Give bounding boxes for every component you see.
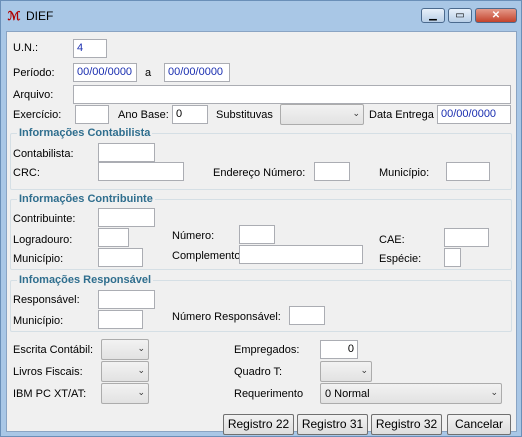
contabilista-group — [10, 133, 512, 190]
contribuinte-municipio-input[interactable] — [98, 248, 143, 267]
escrita-contabil-label: Escrita Contábil: — [13, 344, 94, 356]
empregados-input[interactable]: 0 — [320, 340, 358, 359]
endereco-numero-input[interactable] — [314, 162, 350, 181]
periodo-from-input[interactable]: 00/00/0000 — [73, 63, 137, 82]
livros-fiscais-select[interactable]: ⌄ — [101, 361, 149, 382]
especie-label: Espécie: — [379, 253, 422, 265]
livros-fiscais-label: Livros Fiscais: — [13, 366, 83, 378]
numero-input[interactable] — [239, 225, 275, 244]
responsavel-input[interactable] — [98, 290, 155, 309]
exercicio-label: Exercício: — [13, 109, 62, 121]
minimize-icon: ▁ — [429, 10, 437, 21]
maximize-icon: ▭ — [455, 10, 465, 21]
close-button[interactable]: ✕ — [475, 8, 517, 23]
title-bar: ℳ DIEF ▁ ▭ ✕ — [1, 1, 521, 31]
crc-label: CRC: — [13, 167, 40, 179]
numero-responsavel-input[interactable] — [289, 306, 325, 325]
contribuinte-group-title: Informações Contribuinte — [17, 193, 155, 205]
chevron-down-icon: ⌄ — [490, 387, 498, 397]
empregados-label: Empregados: — [234, 344, 300, 356]
responsavel-municipio-input[interactable] — [98, 310, 143, 329]
periodo-to-input[interactable]: 00/00/0000 — [164, 63, 230, 82]
close-icon: ✕ — [491, 10, 501, 21]
ibm-label: IBM PC XT/AT: — [13, 388, 87, 400]
requerimento-label: Requerimento — [234, 388, 304, 400]
contabilista-municipio-input[interactable] — [446, 162, 490, 181]
un-input[interactable]: 4 — [73, 39, 107, 58]
chevron-down-icon: ⌄ — [137, 387, 145, 397]
contabilista-group-title: Informações Contabilista — [17, 127, 153, 139]
registro-31-button[interactable]: Registro 31 — [297, 414, 368, 435]
periodo-separator: a — [145, 67, 152, 79]
form-client-area: U.N.: 4 Período: 00/00/0000 a 00/00/0000… — [6, 31, 517, 435]
exercicio-input[interactable] — [75, 105, 109, 124]
substitutivas-label: Substituvas — [216, 109, 273, 121]
responsavel-group — [10, 280, 512, 332]
app-logo-icon: ℳ — [7, 9, 21, 23]
registro-22-button[interactable]: Registro 22 — [223, 414, 294, 435]
ibm-select[interactable]: ⌄ — [101, 383, 149, 404]
arquivo-label: Arquivo: — [13, 89, 54, 101]
endereco-numero-label: Endereço Número: — [213, 167, 306, 179]
escrita-contabil-select[interactable]: ⌄ — [101, 339, 149, 360]
requerimento-select[interactable]: 0 Normal ⌄ — [320, 383, 502, 404]
cancelar-button[interactable]: Cancelar — [447, 414, 511, 435]
ano-base-input[interactable]: 0 — [172, 105, 208, 124]
logradouro-input[interactable] — [98, 228, 129, 247]
periodo-label: Período: — [13, 67, 55, 79]
numero-responsavel-label: Número Responsável: — [172, 311, 281, 323]
contabilista-municipio-label: Município: — [379, 167, 430, 179]
quadro-t-select[interactable]: ⌄ — [320, 361, 372, 382]
crc-input[interactable] — [98, 162, 184, 181]
chevron-down-icon: ⌄ — [137, 365, 145, 375]
contribuinte-input[interactable] — [98, 208, 155, 227]
un-label: U.N.: — [13, 42, 39, 54]
arquivo-input[interactable] — [73, 85, 511, 104]
chevron-down-icon: ⌄ — [137, 343, 145, 353]
numero-label: Número: — [172, 230, 215, 242]
data-entrega-input[interactable]: 00/00/0000 — [437, 105, 511, 124]
contabilista-label: Contabilista: — [13, 148, 74, 160]
responsavel-municipio-label: Município: — [13, 315, 64, 327]
data-entrega-label: Data Entrega — [369, 109, 434, 121]
chevron-down-icon: ⌄ — [352, 108, 360, 118]
ano-base-label: Ano Base: — [118, 109, 169, 121]
cae-input[interactable] — [444, 228, 489, 247]
complemento-input[interactable] — [239, 245, 363, 264]
cae-label: CAE: — [379, 234, 405, 246]
requerimento-value: 0 Normal — [325, 388, 370, 400]
responsavel-label: Responsável: — [13, 294, 80, 306]
maximize-button[interactable]: ▭ — [448, 8, 472, 23]
chevron-down-icon: ⌄ — [360, 365, 368, 375]
dief-window: ℳ DIEF ▁ ▭ ✕ U.N.: 4 Período: 00/00/0000… — [0, 0, 522, 437]
registro-32-button[interactable]: Registro 32 — [371, 414, 442, 435]
minimize-button[interactable]: ▁ — [421, 8, 445, 23]
quadro-t-label: Quadro T: — [234, 366, 283, 378]
especie-input[interactable] — [444, 248, 461, 267]
window-title: DIEF — [26, 9, 54, 23]
responsavel-group-title: Infomações Responsável — [17, 274, 154, 286]
contribuinte-label: Contribuinte: — [13, 213, 76, 225]
logradouro-label: Logradouro: — [13, 234, 73, 246]
contribuinte-municipio-label: Município: — [13, 253, 64, 265]
substitutivas-select[interactable]: ⌄ — [280, 104, 364, 125]
contabilista-input[interactable] — [98, 143, 155, 162]
complemento-label: Complemento: — [172, 250, 244, 262]
